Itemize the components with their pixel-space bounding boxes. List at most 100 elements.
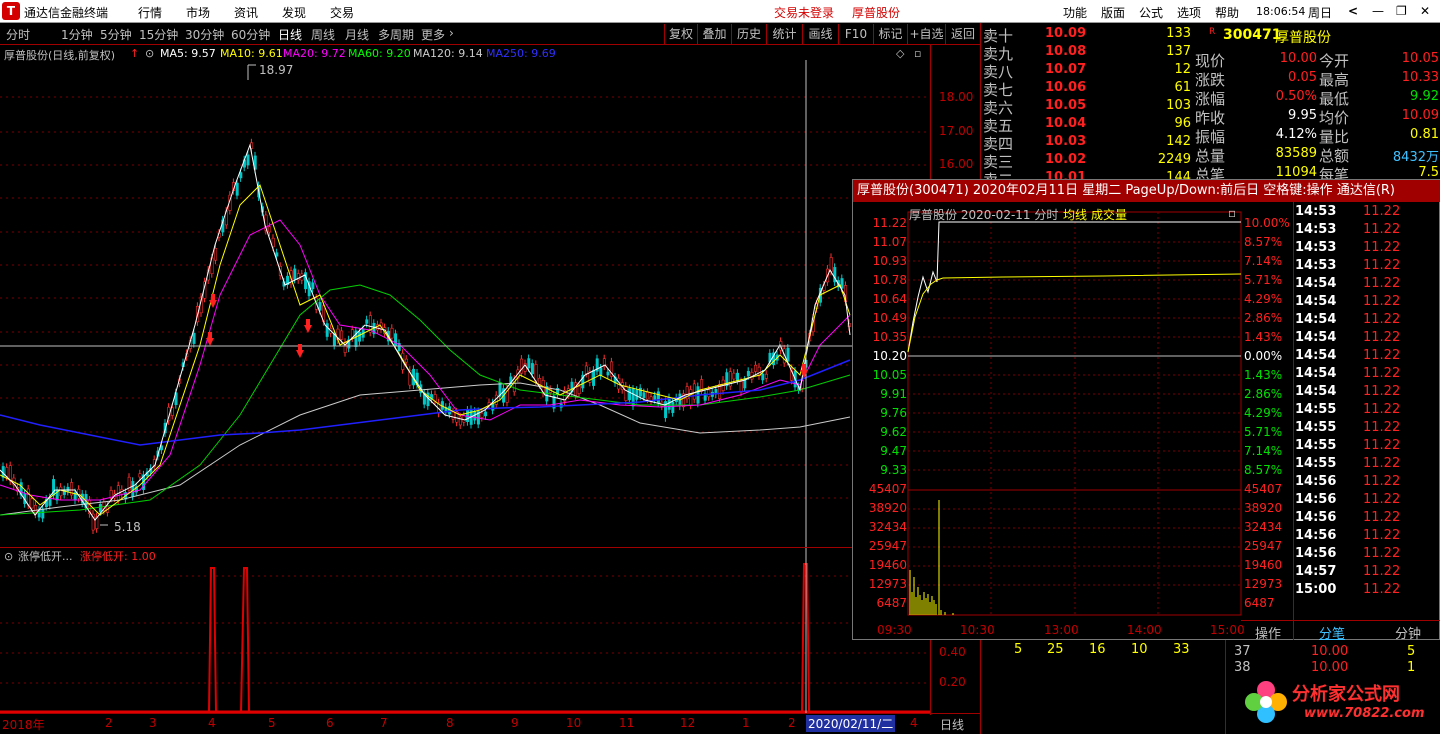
- menu-options[interactable]: 选项: [1177, 4, 1201, 21]
- stat-value: 10.05: [1401, 51, 1439, 66]
- ask-price[interactable]: 10.05: [1045, 98, 1086, 113]
- period-tab[interactable]: 30分钟: [185, 26, 224, 43]
- period-tab[interactable]: 周线: [311, 26, 335, 43]
- stat-value: 9.92: [1410, 89, 1439, 104]
- stat-label: 涨跌: [1195, 71, 1226, 89]
- toolbar-button[interactable]: 历史: [731, 24, 766, 44]
- popup-vol-tick: 38920: [1244, 501, 1283, 515]
- stock-link[interactable]: 厚普股份: [852, 4, 900, 21]
- intraday-chart[interactable]: [853, 202, 1293, 620]
- candle: [390, 327, 394, 339]
- watermark: 分析家公式网 www.70822.com: [1240, 674, 1436, 732]
- stat-label: 总额: [1319, 147, 1350, 165]
- toolbar-button[interactable]: 叠加: [697, 24, 731, 44]
- signal-arrows: [206, 294, 808, 378]
- vol-cell: 10: [1131, 642, 1148, 657]
- period-tab[interactable]: 月线: [345, 26, 369, 43]
- period-tab-active[interactable]: 日线: [278, 26, 302, 43]
- stat-label: 最低: [1319, 90, 1350, 108]
- minimize-icon[interactable]: —: [1372, 4, 1384, 18]
- tick-time: 14:55: [1295, 420, 1337, 435]
- stat-label: 量比: [1319, 128, 1350, 146]
- stat-value: 0.50%: [1275, 89, 1317, 104]
- menu-formula[interactable]: 公式: [1139, 4, 1163, 21]
- trade-status[interactable]: 交易未登录: [774, 4, 834, 21]
- tick-price: 11.22: [1363, 474, 1401, 489]
- stat-label: 最高: [1319, 71, 1350, 89]
- menu-help[interactable]: 帮助: [1215, 4, 1239, 21]
- period-tab-more[interactable]: 更多: [421, 26, 445, 43]
- tick-price: 11.22: [1363, 258, 1401, 273]
- ask-price[interactable]: 10.04: [1045, 116, 1086, 131]
- stat-label: 昨收: [1195, 109, 1226, 127]
- period-tab[interactable]: 15分钟: [139, 26, 178, 43]
- ask-volume: 61: [1174, 80, 1191, 95]
- period-tab[interactable]: 60分钟: [231, 26, 270, 43]
- candle: [66, 486, 70, 492]
- toolbar-button[interactable]: 返回: [945, 24, 980, 44]
- up-arrow-icon[interactable]: ↑: [130, 47, 139, 60]
- menu-function[interactable]: 功能: [1063, 4, 1087, 21]
- period-tab[interactable]: 5分钟: [100, 26, 132, 43]
- tick-time: 14:53: [1295, 240, 1337, 255]
- toolbar-button[interactable]: 统计: [766, 24, 802, 44]
- diamond-icon[interactable]: ◇: [896, 47, 904, 60]
- toolbar-button[interactable]: 画线: [802, 24, 838, 44]
- menu-news[interactable]: 资讯: [234, 4, 258, 21]
- candle: [527, 358, 531, 369]
- close-icon[interactable]: ✕: [1420, 4, 1430, 18]
- ask-price[interactable]: 10.03: [1045, 134, 1086, 149]
- menu-discover[interactable]: 发现: [282, 4, 306, 21]
- candle: [646, 391, 650, 400]
- toolbar-button[interactable]: +自选: [907, 24, 945, 44]
- candle: [577, 386, 581, 394]
- stat-value: 8432万: [1392, 150, 1439, 165]
- candle: [574, 382, 578, 396]
- ask-price[interactable]: 10.07: [1045, 62, 1086, 77]
- tick-time: 14:55: [1295, 402, 1337, 417]
- tick-price: 11.22: [1363, 366, 1401, 381]
- expand-icon[interactable]: ⊙: [145, 47, 154, 60]
- tick-price: 11.22: [1363, 240, 1401, 255]
- menu-trade[interactable]: 交易: [330, 4, 354, 21]
- tick-time: 14:53: [1295, 222, 1337, 237]
- popup-pct-tick: 10.00%: [1244, 216, 1290, 230]
- volume-bars: [909, 500, 954, 615]
- menu-quote[interactable]: 行情: [138, 4, 162, 21]
- menu-layout[interactable]: 版面: [1101, 4, 1125, 21]
- period-tab[interactable]: 1分钟: [61, 26, 93, 43]
- kline-chart[interactable]: 18.97 5.18: [0, 45, 930, 547]
- intraday-popup[interactable]: 厚普股份(300471) 2020年02月11日 星期二 PageUp/Down…: [852, 179, 1440, 642]
- chevron-right-icon[interactable]: ›: [449, 26, 454, 40]
- popup-header[interactable]: 厚普股份(300471) 2020年02月11日 星期二 PageUp/Down…: [853, 180, 1440, 202]
- candle: [534, 364, 538, 382]
- back-icon[interactable]: <: [1348, 4, 1358, 18]
- ask-volume: 137: [1166, 44, 1191, 59]
- window-icon[interactable]: ▫: [914, 47, 921, 60]
- indicator-collapse-icon[interactable]: ⊙: [4, 550, 13, 563]
- indicator-chart[interactable]: ⊙ 涨停低开... 涨停低开: 1.00: [0, 547, 930, 713]
- ask-price[interactable]: 10.06: [1045, 80, 1086, 95]
- ma20-label: MA20: 9.72: [283, 47, 346, 60]
- popup-vol-tick: 12973: [868, 577, 907, 591]
- toolbar-button[interactable]: 复权: [664, 24, 697, 44]
- stat-value: 10.33: [1401, 70, 1439, 85]
- toolbar-button[interactable]: 标记: [873, 24, 907, 44]
- ask-price[interactable]: 10.02: [1045, 152, 1086, 167]
- ask-price[interactable]: 10.09: [1045, 26, 1086, 41]
- toolbar-button[interactable]: F10: [838, 24, 873, 44]
- ask-price[interactable]: 10.08: [1045, 44, 1086, 59]
- menu-market[interactable]: 市场: [186, 4, 210, 21]
- stat-value: 10.09: [1401, 108, 1439, 123]
- low-label: 5.18: [114, 520, 141, 534]
- candle: [786, 347, 790, 362]
- candle: [656, 391, 660, 404]
- popup-window-icon[interactable]: ▫: [1228, 206, 1236, 220]
- period-indicator[interactable]: 日线: [940, 716, 964, 733]
- ma250-label: MA250: 9.69: [486, 47, 556, 60]
- restore-icon[interactable]: ❐: [1396, 4, 1407, 18]
- period-tab[interactable]: 多周期: [378, 26, 414, 43]
- period-tab[interactable]: 分时: [6, 26, 30, 43]
- stat-value: 83589: [1275, 146, 1317, 161]
- trade-time: 38: [1234, 660, 1251, 675]
